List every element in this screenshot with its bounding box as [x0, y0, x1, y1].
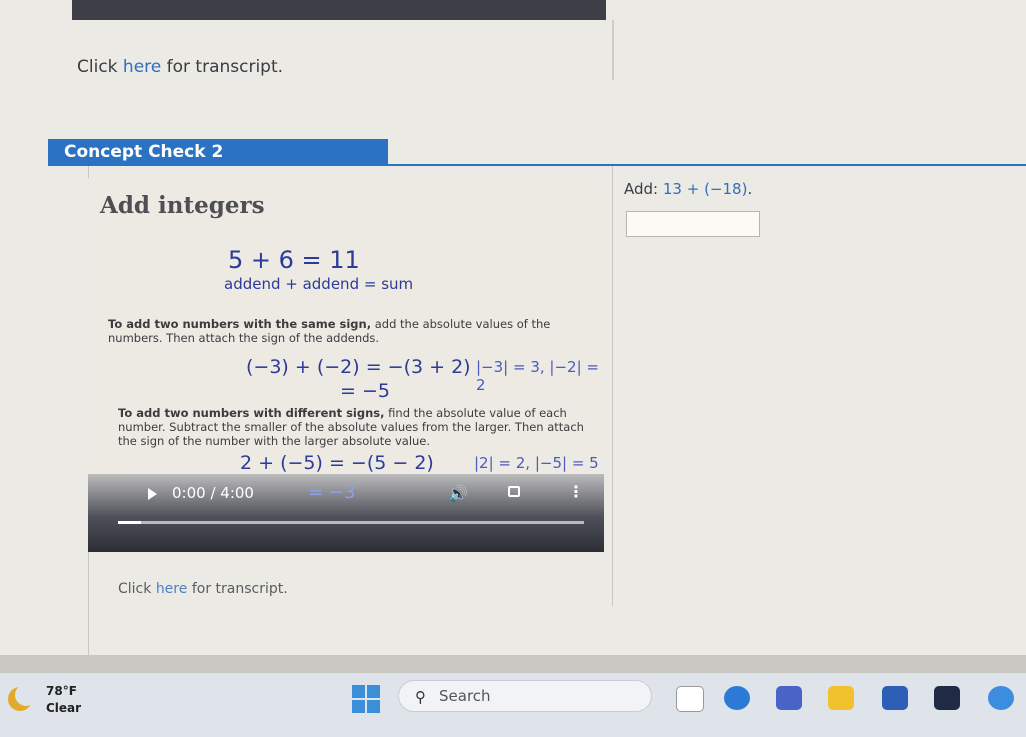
volume-icon[interactable]: 🔊	[448, 484, 468, 503]
teams-icon[interactable]	[776, 686, 802, 710]
rule-heading: To add two numbers with the same sign,	[108, 317, 372, 331]
question-label: Add:	[624, 180, 663, 198]
transcript-text: Click	[118, 581, 156, 597]
top-transcript-line: Click here for transcript.	[77, 57, 283, 77]
weather-condition: Clear	[46, 701, 82, 715]
video-time: 0:00 / 4:00	[172, 484, 254, 502]
question-expression: 13 + (−18)	[662, 180, 748, 198]
store-icon[interactable]	[882, 686, 908, 710]
app-icon[interactable]	[934, 686, 960, 710]
previous-video-player[interactable]	[72, 0, 606, 20]
rule-different-signs: To add two numbers with different signs,…	[118, 406, 598, 448]
handwritten-absolute-values: |−3| = 3, |−2| = 2	[476, 358, 599, 394]
transcript-text: for transcript.	[161, 57, 284, 77]
transcript-text: Click	[77, 57, 123, 77]
handwritten-equation: = −3	[308, 482, 356, 503]
window-edge	[0, 655, 1026, 673]
video-controls: 0:00 / 4:00 = −3 🔊 ⋮	[88, 474, 604, 552]
video-title: Add integers	[100, 192, 265, 219]
windows-start-icon[interactable]	[352, 685, 380, 713]
handwritten-equation: 2 + (−5) = −(5 − 2)	[240, 452, 434, 474]
file-explorer-icon[interactable]	[828, 686, 854, 710]
weather-temperature: 78°F	[46, 684, 77, 698]
weather-widget[interactable]: 78°F Clear	[46, 683, 81, 717]
bottom-transcript-link[interactable]: here	[156, 581, 188, 597]
transcript-text: for transcript.	[187, 581, 288, 597]
divider	[612, 20, 614, 80]
moon-weather-icon[interactable]	[8, 684, 37, 711]
concept-check-title: Concept Check 2	[48, 139, 388, 165]
divider	[612, 166, 613, 606]
question-punct: .	[747, 180, 753, 198]
rule-heading: To add two numbers with different signs,	[118, 406, 385, 420]
search-placeholder: Search	[439, 687, 491, 705]
edge-browser-icon[interactable]	[724, 686, 750, 710]
search-icon: ⚲	[415, 688, 426, 706]
help-icon[interactable]	[988, 686, 1014, 710]
more-options-icon[interactable]: ⋮	[568, 482, 584, 501]
page: Click here for transcript. Concept Check…	[0, 0, 1026, 656]
handwritten-absolute-values: |2| = 2, |−5| = 5	[474, 454, 599, 472]
fullscreen-icon[interactable]	[508, 486, 520, 497]
question-prompt: Add: 13 + (−18).	[624, 180, 752, 198]
taskbar-search[interactable]: ⚲ Search	[398, 680, 652, 712]
video-player[interactable]: Add integers 5 + 6 = 11 addend + addend …	[88, 178, 604, 552]
answer-input[interactable]	[626, 211, 760, 237]
handwritten-equation: = −5	[340, 380, 390, 402]
handwritten-equation: (−3) + (−2) = −(3 + 2)	[246, 356, 471, 378]
play-icon[interactable]	[148, 488, 157, 500]
bottom-transcript-line: Click here for transcript.	[118, 581, 288, 597]
rule-same-sign: To add two numbers with the same sign, a…	[108, 317, 598, 345]
progress-fill	[118, 521, 142, 524]
section-rule	[48, 164, 1026, 166]
task-view-icon[interactable]	[676, 686, 704, 712]
video-progress-bar[interactable]	[118, 521, 584, 524]
top-transcript-link[interactable]: here	[123, 57, 161, 77]
handwritten-labels: addend + addend = sum	[224, 275, 414, 293]
handwritten-equation: 5 + 6 = 11	[228, 246, 360, 274]
